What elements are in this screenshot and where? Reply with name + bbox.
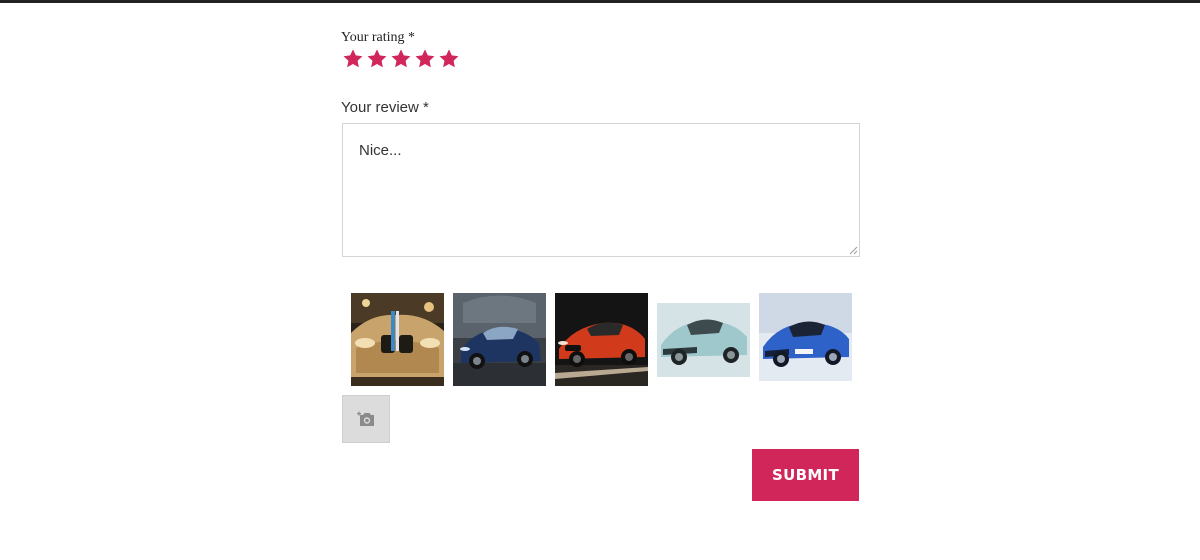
blue-bmw-i8-photo[interactable]	[759, 293, 852, 386]
camera-plus-icon	[357, 411, 374, 426]
star-rating[interactable]	[341, 47, 461, 71]
resize-handle-icon[interactable]	[849, 246, 858, 255]
silver-bmw-i8-photo[interactable]	[657, 293, 750, 386]
star-1-icon[interactable]	[341, 47, 365, 71]
dark-blue-bmw-photo[interactable]	[453, 293, 546, 386]
uploaded-photos	[351, 293, 861, 387]
review-textarea[interactable]: Nice...	[342, 123, 860, 257]
star-3-icon[interactable]	[389, 47, 413, 71]
red-bmw-photo[interactable]	[555, 293, 648, 386]
review-form: Your rating * Your review * Nice... SUBM…	[341, 3, 861, 560]
gold-bmw-photo[interactable]	[351, 293, 444, 386]
review-label: Your review *	[341, 99, 429, 116]
add-photo-button[interactable]	[342, 395, 390, 443]
star-5-icon[interactable]	[437, 47, 461, 71]
star-2-icon[interactable]	[365, 47, 389, 71]
submit-button[interactable]: SUBMIT	[752, 449, 859, 501]
review-text: Nice...	[359, 142, 402, 159]
rating-label: Your rating *	[341, 30, 416, 45]
star-4-icon[interactable]	[413, 47, 437, 71]
